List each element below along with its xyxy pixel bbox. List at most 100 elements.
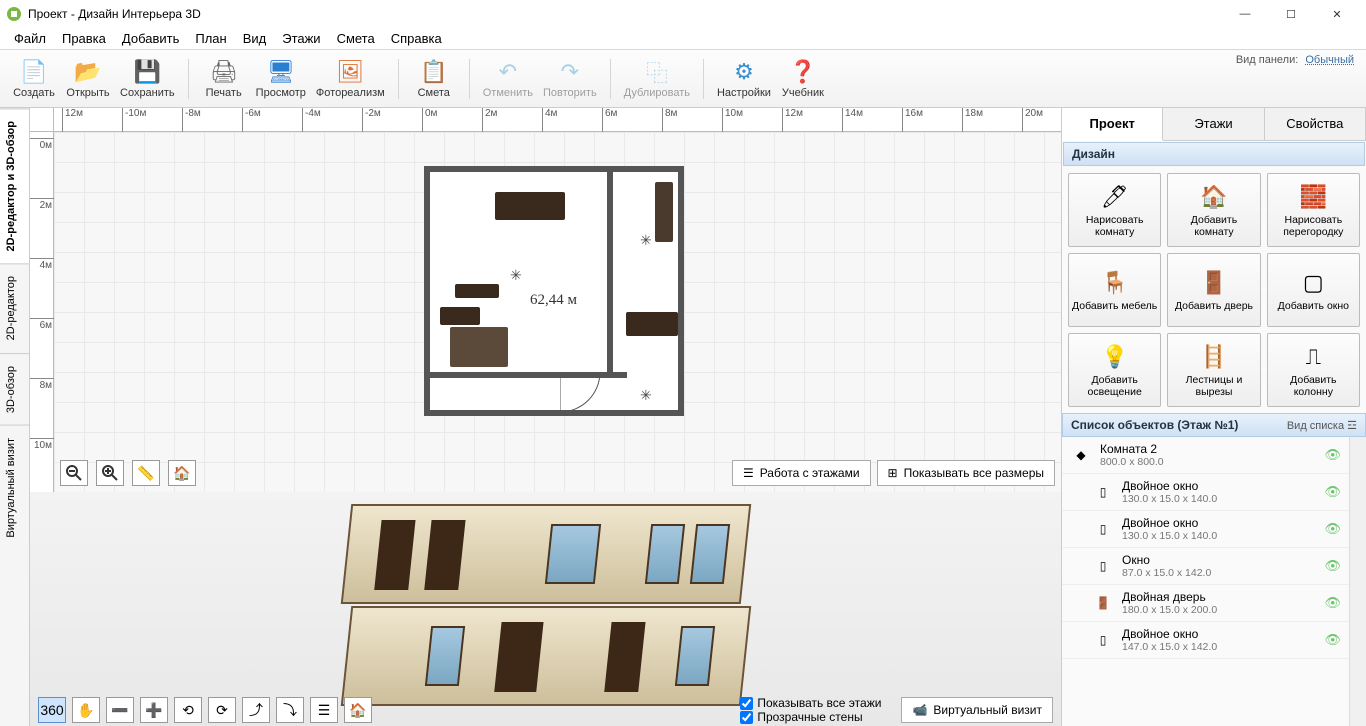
menu-правка[interactable]: Правка	[54, 29, 114, 48]
cabinet[interactable]	[440, 307, 480, 325]
stairs-button[interactable]: 🪜Лестницы и вырезы	[1167, 333, 1260, 407]
dining-table[interactable]	[495, 192, 565, 220]
duplicate-button: ⿻Дублировать	[624, 58, 690, 99]
visibility-icon[interactable]: 👁	[1324, 558, 1341, 574]
right-tab-этажи[interactable]: Этажи	[1163, 108, 1264, 140]
virtual-visit-button[interactable]: 📹Виртуальный визит	[901, 697, 1053, 723]
menu-справка[interactable]: Справка	[383, 29, 450, 48]
add-column-button[interactable]: ⎍Добавить колонну	[1267, 333, 1360, 407]
object-item[interactable]: ▯Двойное окно130.0 x 15.0 x 140.0👁	[1062, 474, 1349, 511]
open-button[interactable]: 📂Открыть	[66, 58, 110, 99]
wardrobe[interactable]	[655, 182, 673, 242]
visibility-icon[interactable]: 👁	[1324, 484, 1341, 500]
print-button[interactable]: 🖨Печать	[202, 58, 246, 99]
show-dims-button[interactable]: ⊞Показывать все размеры	[877, 460, 1055, 486]
transparent-walls-checkbox[interactable]: Прозрачные стены	[740, 710, 881, 724]
add-window-button[interactable]: ▢Добавить окно	[1267, 253, 1360, 327]
close-button[interactable]: ✕	[1314, 0, 1360, 28]
object-item[interactable]: ▯Окно87.0 x 15.0 x 142.0👁	[1062, 548, 1349, 585]
tilt-up-icon[interactable]: ⤴	[242, 697, 270, 723]
redo-button: ↷Повторить	[543, 58, 597, 99]
list-view-toggle[interactable]: Вид списка ☲	[1287, 419, 1357, 432]
panel-mode-link[interactable]: Обычный	[1305, 54, 1354, 66]
settings-button[interactable]: ⚙Настройки	[717, 58, 771, 99]
zoom-out-icon[interactable]	[60, 460, 88, 486]
photoreal-icon: 🖼	[336, 58, 364, 86]
floor-plan[interactable]: ✳ ✳ ✳ 62,44 м	[424, 166, 684, 416]
house-3d-model[interactable]	[346, 504, 746, 714]
add-room-button[interactable]: 🏠Добавить комнату	[1167, 173, 1260, 247]
zoom-in-icon[interactable]	[96, 460, 124, 486]
ceiling-light-icon[interactable]: ✳	[640, 232, 652, 249]
add-furniture-button[interactable]: 🪑Добавить мебель	[1068, 253, 1161, 327]
draw-room-icon: 🖊	[1101, 183, 1129, 211]
ceiling-light-icon[interactable]: ✳	[640, 387, 652, 404]
left-view-tabs: 2D-редактор и 3D-обзор2D-редактор3D-обзо…	[0, 108, 30, 726]
estimate-button[interactable]: 📋Смета	[412, 58, 456, 99]
home-3d-icon[interactable]: 🏠	[344, 697, 372, 723]
camera-icon: 📹	[912, 703, 927, 717]
object-list-header: Список объектов (Этаж №1) Вид списка ☲	[1062, 413, 1366, 437]
tilt-down-icon[interactable]: ⤵	[276, 697, 304, 723]
photoreal-button[interactable]: 🖼Фотореализм	[316, 58, 385, 99]
left-tab-0[interactable]: 2D-редактор и 3D-обзор	[0, 108, 29, 263]
object-list[interactable]: ◆Комната 2800.0 x 800.0👁▯Двойное окно130…	[1062, 437, 1349, 726]
draw-partition-icon: 🧱	[1299, 183, 1327, 211]
object-item[interactable]: ▯Двойное окно130.0 x 15.0 x 140.0👁	[1062, 511, 1349, 548]
object-item[interactable]: 🚪Двойная дверь180.0 x 15.0 x 200.0👁	[1062, 585, 1349, 622]
save-button[interactable]: 💾Сохранить	[120, 58, 175, 99]
menu-вид[interactable]: Вид	[235, 29, 275, 48]
visibility-icon[interactable]: 👁	[1324, 447, 1341, 463]
left-tab-2[interactable]: 3D-обзор	[0, 353, 29, 425]
sofa[interactable]	[450, 327, 508, 367]
rotate-360-icon[interactable]: 360	[38, 697, 66, 723]
rotate-ccw-icon[interactable]: ⟲	[174, 697, 202, 723]
left-tab-3[interactable]: Виртуальный визит	[0, 425, 29, 550]
door-icon: 🚪	[1092, 592, 1114, 614]
tutorial-button[interactable]: ❓Учебник	[781, 58, 825, 99]
undo-icon: ↶	[494, 58, 522, 86]
draw-partition-button[interactable]: 🧱Нарисовать перегородку	[1267, 173, 1360, 247]
right-tab-свойства[interactable]: Свойства	[1265, 108, 1366, 140]
draw-room-button[interactable]: 🖊Нарисовать комнату	[1068, 173, 1161, 247]
rotate-cw-icon[interactable]: ⟳	[208, 697, 236, 723]
tv-stand[interactable]	[455, 284, 499, 298]
floors-button[interactable]: ☰Работа с этажами	[732, 460, 871, 486]
scrollbar[interactable]	[1349, 437, 1366, 726]
object-item[interactable]: ▯Двойное окно147.0 x 15.0 x 142.0👁	[1062, 622, 1349, 659]
zoom-in-3d-icon[interactable]: ➕	[140, 697, 168, 723]
left-tab-1[interactable]: 2D-редактор	[0, 263, 29, 352]
storey-icon[interactable]: ☰	[310, 697, 338, 723]
object-item[interactable]: ◆Комната 2800.0 x 800.0👁	[1062, 437, 1349, 474]
menu-файл[interactable]: Файл	[6, 29, 54, 48]
visibility-icon[interactable]: 👁	[1324, 595, 1341, 611]
settings-icon: ⚙	[730, 58, 758, 86]
minimize-button[interactable]: —	[1222, 0, 1268, 28]
preview-button[interactable]: 🖥Просмотр	[256, 58, 306, 99]
menu-смета[interactable]: Смета	[329, 29, 383, 48]
pan-icon[interactable]: ✋	[72, 697, 100, 723]
add-window-icon: ▢	[1299, 269, 1327, 297]
window-icon: ▯	[1092, 518, 1114, 540]
create-button[interactable]: 📄Создать	[12, 58, 56, 99]
ceiling-light-icon[interactable]: ✳	[510, 267, 522, 284]
add-light-button[interactable]: 💡Добавить освещение	[1068, 333, 1161, 407]
desk[interactable]	[626, 312, 678, 336]
visibility-icon[interactable]: 👁	[1324, 632, 1341, 648]
room-icon: ◆	[1070, 444, 1092, 466]
maximize-button[interactable]: ☐	[1268, 0, 1314, 28]
canvas-3d[interactable]: 360 ✋ ➖ ➕ ⟲ ⟳ ⤴ ⤵ ☰ 🏠 Показывать все эта…	[30, 492, 1061, 726]
create-icon: 📄	[20, 58, 48, 86]
window-icon: ▯	[1092, 629, 1114, 651]
menu-этажи[interactable]: Этажи	[274, 29, 328, 48]
canvas-2d[interactable]: ✳ ✳ ✳ 62,44 м 📏 🏠 ☰Работа с этажами ⊞Пок…	[54, 132, 1061, 492]
right-tab-проект[interactable]: Проект	[1062, 108, 1163, 141]
menu-добавить[interactable]: Добавить	[114, 29, 187, 48]
menu-план[interactable]: План	[187, 29, 234, 48]
add-door-button[interactable]: 🚪Добавить дверь	[1167, 253, 1260, 327]
show-all-floors-checkbox[interactable]: Показывать все этажи	[740, 696, 881, 710]
home-icon[interactable]: 🏠	[168, 460, 196, 486]
visibility-icon[interactable]: 👁	[1324, 521, 1341, 537]
measure-icon[interactable]: 📏	[132, 460, 160, 486]
zoom-out-3d-icon[interactable]: ➖	[106, 697, 134, 723]
